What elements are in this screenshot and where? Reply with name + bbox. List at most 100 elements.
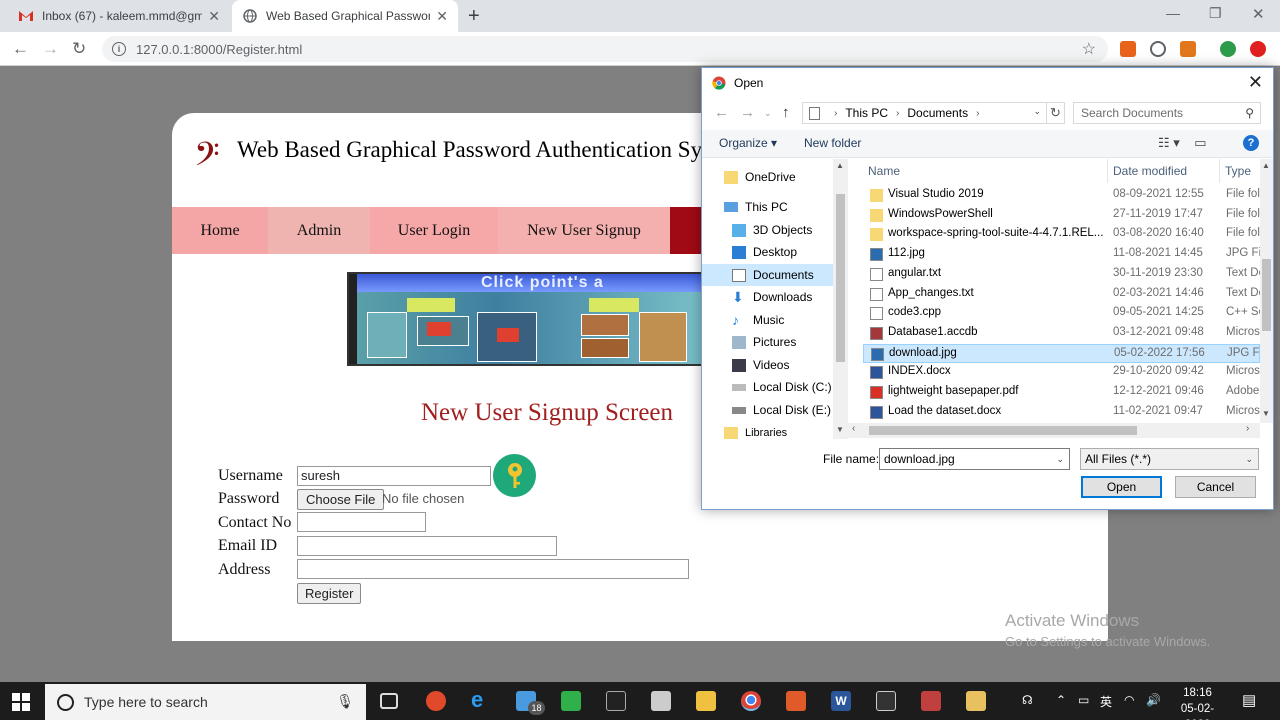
app-icon[interactable] <box>786 691 806 711</box>
contact-input[interactable] <box>297 512 426 532</box>
reload-icon[interactable]: ↻ <box>72 39 86 59</box>
column-header-date[interactable]: Date modified <box>1113 159 1187 183</box>
file-row[interactable]: lightweight basepaper.pdf 12-12-2021 09:4… <box>863 383 1260 403</box>
organize-menu[interactable]: Organize ▾ <box>719 136 777 150</box>
file-row[interactable]: Database1.accdb 03-12-2021 09:48 Microsoft… <box>863 324 1260 344</box>
input-method-icon[interactable]: 英 <box>1100 693 1112 710</box>
app-icon[interactable] <box>921 691 941 711</box>
file-name-input[interactable]: download.jpg ⌄ <box>879 448 1070 470</box>
bookmark-star-icon[interactable]: ☆ <box>1082 39 1096 59</box>
people-icon[interactable]: ☊ <box>1022 693 1033 707</box>
extension-icon[interactable] <box>1250 41 1266 57</box>
nav-item-this-pc[interactable]: This PC <box>702 196 833 218</box>
recent-locations-icon[interactable]: ⌄ <box>764 108 772 119</box>
column-header-name[interactable]: Name <box>868 159 900 183</box>
cancel-button[interactable]: Cancel <box>1175 476 1256 498</box>
username-input[interactable]: suresh <box>297 466 491 486</box>
close-icon[interactable]: ✕ <box>1248 72 1263 93</box>
close-icon[interactable]: ✕ <box>436 8 448 25</box>
nav-item-downloads[interactable]: ⬇ Downloads <box>702 286 833 308</box>
word-icon[interactable]: W <box>831 691 851 711</box>
back-arrow-icon[interactable]: ← <box>714 104 729 121</box>
microphone-icon[interactable]: 🎙 <box>336 693 354 710</box>
file-row[interactable]: code3.cpp 09-05-2021 14:25 C++ Source <box>863 304 1260 324</box>
file-type-filter[interactable]: All Files (*.*) ⌄ <box>1080 448 1259 470</box>
nav-user-login[interactable]: User Login <box>370 207 498 254</box>
extension-icon[interactable] <box>1220 41 1236 57</box>
dialog-titlebar[interactable]: Open <box>702 68 1273 98</box>
nav-item-videos[interactable]: Videos <box>702 354 833 376</box>
task-view-icon[interactable] <box>380 693 398 709</box>
app-icon[interactable] <box>876 691 896 711</box>
nav-item-local-disk-c[interactable]: Local Disk (C:) <box>702 376 833 398</box>
chevron-down-icon[interactable]: ⌄ <box>1245 449 1253 469</box>
app-icon[interactable] <box>561 691 581 711</box>
path-bar[interactable]: › This PC › Documents › ⌄ <box>802 102 1047 124</box>
extension-icon[interactable] <box>1150 41 1166 57</box>
forward-arrow-icon[interactable]: → <box>740 104 755 121</box>
email-input[interactable] <box>297 536 557 556</box>
breadcrumb-documents[interactable]: Documents <box>907 106 968 120</box>
file-row[interactable]: download.jpg 05-02-2022 17:56 JPG File <box>863 343 1261 364</box>
system-clock[interactable]: 18:16 05-02-2022 <box>1170 685 1225 720</box>
chrome-taskbar-icon[interactable] <box>741 691 761 711</box>
register-button[interactable]: Register <box>297 583 362 604</box>
choose-file-button[interactable]: Choose File <box>297 489 385 510</box>
help-icon[interactable]: ? <box>1243 135 1259 151</box>
notifications-icon[interactable]: ▤ <box>1242 691 1256 709</box>
nav-item-pictures[interactable]: Pictures <box>702 331 833 353</box>
up-arrow-icon[interactable]: ↑ <box>782 104 790 121</box>
tab-gmail-inbox[interactable]: Inbox (67) - kaleem.mmd@gmail.com ✕ <box>8 0 230 32</box>
nav-scrollbar[interactable]: ▲ ▼ <box>833 159 848 439</box>
view-options-icon[interactable]: ☷ ▾ ▭ <box>1158 135 1207 151</box>
tab-active-page[interactable]: Web Based Graphical Password A ✕ <box>232 0 458 32</box>
refresh-icon[interactable]: ↻ <box>1047 102 1065 124</box>
window-close-icon[interactable]: ✕ <box>1252 5 1265 23</box>
nav-new-user-signup[interactable]: New User Signup <box>498 207 670 254</box>
file-list-vertical-scrollbar[interactable]: ▲ ▼ <box>1260 159 1273 423</box>
open-button[interactable]: Open <box>1081 476 1162 498</box>
chevron-down-icon[interactable]: ⌄ <box>1056 449 1064 469</box>
file-row[interactable]: INDEX.docx 29-10-2020 09:42 Microsoft Word <box>863 363 1260 383</box>
address-input[interactable] <box>297 559 689 579</box>
nav-item-local-disk-e[interactable]: Local Disk (E:) <box>702 399 833 421</box>
minimize-icon[interactable]: — <box>1166 5 1180 21</box>
file-row[interactable]: angular.txt 30-11-2019 23:30 Text Document <box>863 265 1260 285</box>
nav-item-3d-objects[interactable]: 3D Objects <box>702 219 833 241</box>
new-folder-button[interactable]: New folder <box>804 136 861 150</box>
extension-icon[interactable] <box>1120 41 1136 57</box>
breadcrumb-this-pc[interactable]: This PC <box>845 106 888 120</box>
file-row[interactable]: WindowsPowerShell 27-11-2019 17:47 File fo… <box>863 206 1260 226</box>
nav-item-music[interactable]: ♪ Music <box>702 309 833 331</box>
file-row[interactable]: 112.jpg 11-08-2021 14:45 JPG File <box>863 245 1260 265</box>
nav-item-onedrive[interactable]: OneDrive <box>702 166 833 188</box>
key-icon[interactable] <box>493 454 536 497</box>
nav-home[interactable]: Home <box>172 207 268 254</box>
metamask-icon[interactable] <box>1180 41 1196 57</box>
nav-item-documents[interactable]: Documents <box>702 264 833 286</box>
app-icon[interactable] <box>966 691 986 711</box>
forward-arrow-icon[interactable]: → <box>42 39 59 59</box>
site-info-icon[interactable]: i <box>112 42 126 56</box>
back-arrow-icon[interactable]: ← <box>12 39 29 59</box>
wifi-icon[interactable]: ◠ <box>1124 693 1134 707</box>
search-input[interactable]: Search Documents ⚲ <box>1073 102 1261 124</box>
address-bar[interactable]: i 127.0.0.1:8000/Register.html ☆ <box>102 36 1108 62</box>
battery-icon[interactable]: ▭ <box>1078 693 1089 707</box>
app-icon[interactable] <box>426 691 446 711</box>
file-explorer-icon[interactable] <box>696 691 716 711</box>
file-row[interactable]: Visual Studio 2019 08-09-2021 12:55 File f… <box>863 186 1260 206</box>
file-row[interactable]: workspace-spring-tool-suite-4-4.7.1.REL.… <box>863 225 1260 245</box>
chevron-down-icon[interactable]: ⌄ <box>1033 106 1041 117</box>
file-list-horizontal-scrollbar[interactable]: ‹ › <box>848 423 1260 438</box>
nav-item-desktop[interactable]: Desktop <box>702 241 833 263</box>
taskbar-search[interactable]: Type here to search 🎙 <box>45 684 366 720</box>
nav-admin[interactable]: Admin <box>268 207 370 254</box>
store-icon[interactable] <box>651 691 671 711</box>
column-header-type[interactable]: Type <box>1225 159 1251 183</box>
new-tab-plus-icon[interactable]: + <box>468 5 480 28</box>
windows-start-icon[interactable] <box>12 693 30 711</box>
file-row[interactable]: App_changes.txt 02-03-2021 14:46 Text Docu… <box>863 285 1260 305</box>
edge-icon[interactable]: e <box>471 689 491 711</box>
close-icon[interactable]: ✕ <box>208 8 220 25</box>
